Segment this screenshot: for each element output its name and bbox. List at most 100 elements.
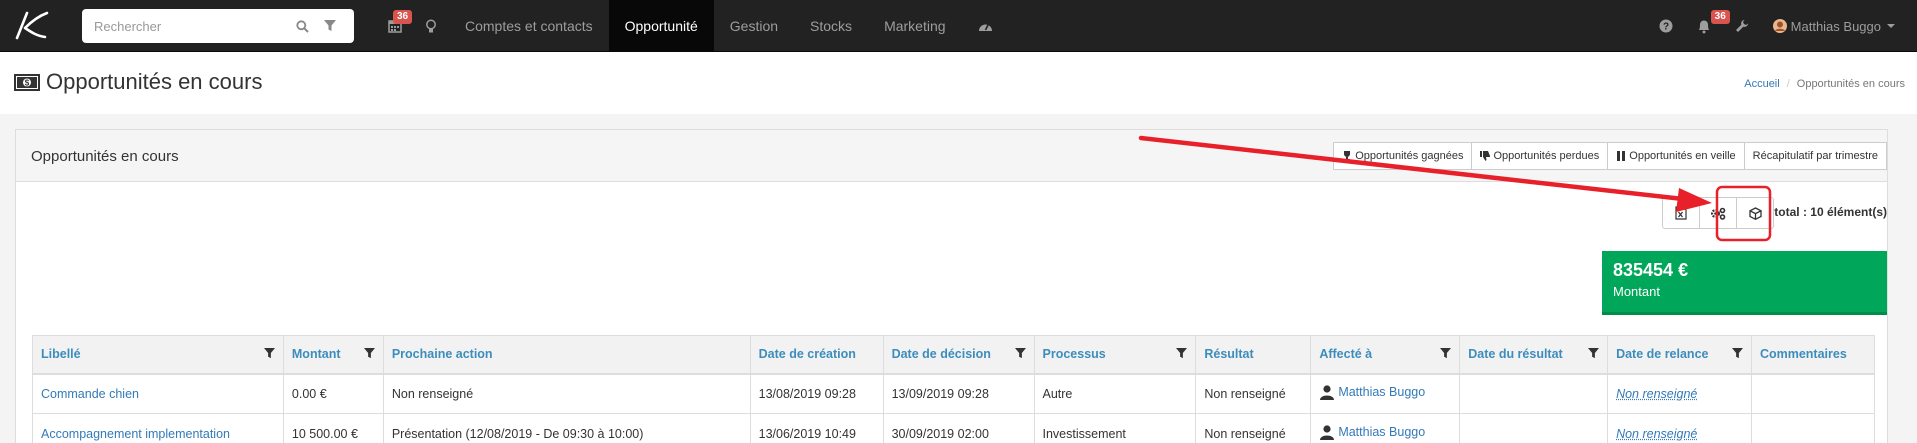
cell-date-creation: 13/06/2019 10:49 xyxy=(750,414,883,443)
cell-prochaine-action: Non renseigné xyxy=(383,374,750,414)
menu-comptes-et-contacts[interactable]: Comptes et contacts xyxy=(449,0,609,52)
menu-marketing[interactable]: Marketing xyxy=(868,0,961,52)
assignee-link[interactable]: Matthias Buggo xyxy=(1338,385,1425,399)
chevron-down-icon xyxy=(1887,24,1895,28)
cell-commentaires xyxy=(1751,414,1874,443)
calendar-badge: 36 xyxy=(393,10,412,24)
menu-stocks[interactable]: Stocks xyxy=(794,0,868,52)
pause-icon xyxy=(1616,151,1626,161)
col-header-date-creation[interactable]: Date de création xyxy=(750,336,883,374)
cell-date-creation: 13/08/2019 09:28 xyxy=(750,374,883,414)
search-input[interactable] xyxy=(94,19,288,34)
opportunities-panel: Opportunités en cours Opportunités gagné… xyxy=(15,129,1888,443)
search-box xyxy=(82,9,354,43)
ideas-button[interactable] xyxy=(413,0,449,52)
view-tabs: Opportunités gagnées Opportunités perdue… xyxy=(1334,142,1887,170)
thumbs-down-icon xyxy=(1480,151,1490,161)
tab-opportunites-perdues[interactable]: Opportunités perdues xyxy=(1471,142,1608,170)
filter-icon[interactable] xyxy=(364,348,375,362)
avatar xyxy=(1773,19,1787,33)
toolbar xyxy=(1663,197,1774,229)
logo-icon xyxy=(11,10,51,42)
col-header-prochaine-action[interactable]: Prochaine action xyxy=(383,336,750,374)
archive-button[interactable] xyxy=(1736,197,1774,229)
user-icon xyxy=(1319,424,1335,440)
opportunities-table: Libellé Montant Prochaine action Date de… xyxy=(32,335,1875,443)
search-icon[interactable] xyxy=(288,20,316,33)
breadcrumb: Accueil / Opportunités en cours xyxy=(1744,78,1905,90)
filter-icon[interactable] xyxy=(1015,348,1026,362)
money-icon: $ xyxy=(14,74,40,91)
cell-date-relance[interactable]: Non renseigné xyxy=(1608,374,1752,414)
logo[interactable] xyxy=(0,0,62,52)
table-row[interactable]: Accompagnement implementation 10 500.00 … xyxy=(33,414,1875,443)
kpi-label: Montant xyxy=(1613,284,1876,299)
page-title: Opportunités en cours xyxy=(46,69,262,95)
cell-processus: Investissement xyxy=(1034,414,1196,443)
col-header-date-decision[interactable]: Date de décision xyxy=(883,336,1034,374)
cell-date-decision: 13/09/2019 09:28 xyxy=(883,374,1034,414)
notifications-button[interactable]: 36 xyxy=(1685,0,1723,52)
cell-commentaires xyxy=(1751,374,1874,414)
excel-file-icon xyxy=(1675,206,1687,220)
cell-date-resultat xyxy=(1460,414,1608,443)
menu-opportunite[interactable]: Opportunité xyxy=(609,0,714,52)
menu-gestion[interactable]: Gestion xyxy=(714,0,794,52)
cell-date-decision: 30/09/2019 02:00 xyxy=(883,414,1034,443)
cell-resultat: Non renseigné xyxy=(1196,374,1311,414)
bell-icon xyxy=(1697,19,1711,34)
col-header-montant[interactable]: Montant xyxy=(283,336,383,374)
filter-icon[interactable] xyxy=(1440,348,1451,362)
cell-processus: Autre xyxy=(1034,374,1196,414)
cell-date-relance[interactable]: Non renseigné xyxy=(1608,414,1752,443)
col-header-date-resultat[interactable]: Date du résultat xyxy=(1460,336,1608,374)
cell-resultat: Non renseigné xyxy=(1196,414,1311,443)
dashboard-button[interactable] xyxy=(962,0,1010,52)
col-header-commentaires[interactable]: Commentaires xyxy=(1751,336,1874,374)
top-navbar: 36 Comptes et contacts Opportunité Gesti… xyxy=(0,0,1917,52)
cell-prochaine-action: Présentation (12/08/2019 - De 09:30 à 10… xyxy=(383,414,750,443)
col-header-processus[interactable]: Processus xyxy=(1034,336,1196,374)
settings-tool-button[interactable] xyxy=(1699,197,1737,229)
cell-libelle[interactable]: Commande chien xyxy=(33,374,284,414)
table-header-row: Libellé Montant Prochaine action Date de… xyxy=(33,336,1875,374)
page-header: $ Opportunités en cours Accueil / Opportun… xyxy=(0,52,1917,114)
col-header-affecte-a[interactable]: Affecté à xyxy=(1311,336,1460,374)
user-menu[interactable]: Matthias Buggo xyxy=(1761,0,1917,52)
kpi-value: 835454 € xyxy=(1613,260,1876,281)
cell-affecte-a: Matthias Buggo xyxy=(1311,374,1460,414)
settings-button[interactable] xyxy=(1723,0,1761,52)
col-header-resultat[interactable]: Résultat xyxy=(1196,336,1311,374)
cell-montant: 0.00 € xyxy=(283,374,383,414)
table-row[interactable]: Commande chien 0.00 € Non renseigné 13/0… xyxy=(33,374,1875,414)
filter-icon[interactable] xyxy=(316,20,344,32)
filter-icon[interactable] xyxy=(1732,348,1743,362)
breadcrumb-home[interactable]: Accueil xyxy=(1744,78,1779,90)
wrench-icon xyxy=(1735,19,1749,33)
tab-opportunites-gagnees[interactable]: Opportunités gagnées xyxy=(1333,142,1472,170)
cube-icon xyxy=(1749,207,1762,220)
gears-icon xyxy=(1710,207,1726,220)
total-count: total : 10 élément(s) xyxy=(1774,205,1887,219)
cell-date-resultat xyxy=(1460,374,1608,414)
question-icon: ? xyxy=(1659,19,1673,33)
filter-icon[interactable] xyxy=(264,348,275,362)
svg-text:?: ? xyxy=(1663,22,1669,33)
lightbulb-icon xyxy=(425,19,437,34)
col-header-date-relance[interactable]: Date de relance xyxy=(1608,336,1752,374)
export-excel-button[interactable] xyxy=(1662,197,1700,229)
tab-recapitulatif-par-trimestre[interactable]: Récapitulatif par trimestre xyxy=(1744,142,1887,170)
filter-icon[interactable] xyxy=(1176,348,1187,362)
tab-opportunites-en-veille[interactable]: Opportunités en veille xyxy=(1607,142,1744,170)
svg-text:$: $ xyxy=(25,78,30,87)
panel-title: Opportunités en cours xyxy=(31,148,179,165)
user-icon xyxy=(1319,384,1335,400)
calendar-button[interactable]: 36 xyxy=(377,0,413,52)
assignee-link[interactable]: Matthias Buggo xyxy=(1338,425,1425,439)
help-button[interactable]: ? xyxy=(1647,0,1685,52)
col-header-libelle[interactable]: Libellé xyxy=(33,336,284,374)
cell-libelle[interactable]: Accompagnement implementation xyxy=(33,414,284,443)
cell-montant: 10 500.00 € xyxy=(283,414,383,443)
filter-icon[interactable] xyxy=(1588,348,1599,362)
amount-kpi-box: 835454 € Montant xyxy=(1602,251,1887,315)
